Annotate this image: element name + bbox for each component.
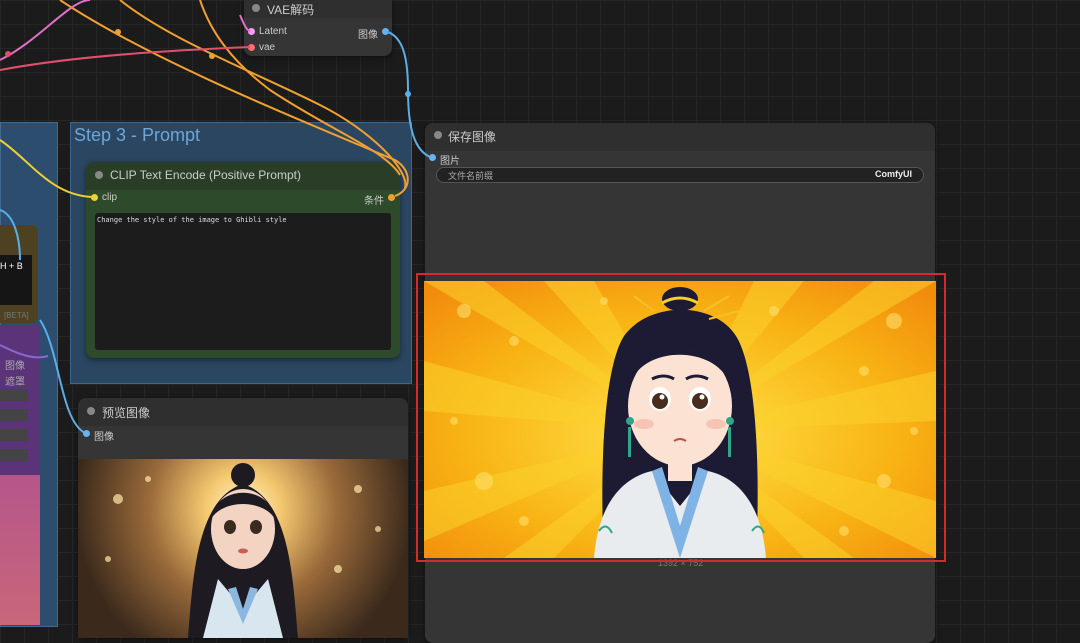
wire-purple bbox=[0, 344, 49, 359]
wire-blue-left bbox=[0, 209, 21, 261]
wire-orange-3 bbox=[199, 0, 401, 176]
reroute-dot bbox=[209, 53, 215, 59]
reroute-dot bbox=[115, 29, 121, 35]
wire-orange-1 bbox=[59, 0, 409, 197]
reroute-dot bbox=[405, 91, 411, 97]
reroute-dot bbox=[5, 51, 11, 57]
wire-pink-latent-2 bbox=[239, 14, 251, 32]
connection-wires bbox=[0, 0, 431, 434]
wire-blue-preview bbox=[39, 319, 86, 434]
wire-pink-latent bbox=[0, 0, 91, 61]
wire-orange-2 bbox=[119, 0, 407, 189]
wire-yellow-clip bbox=[0, 139, 93, 198]
